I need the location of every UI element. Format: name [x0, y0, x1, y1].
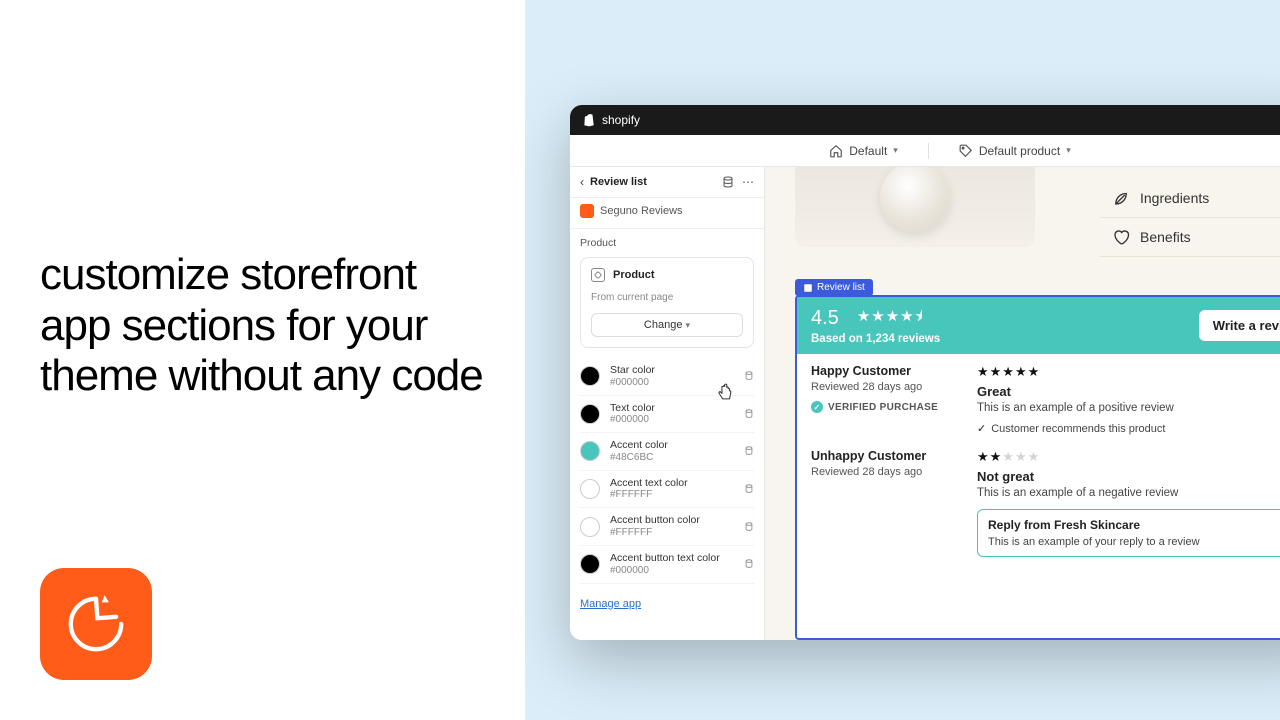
template-picker[interactable]: Default ▾ — [829, 144, 898, 158]
color-hex: #FFFFFF — [610, 489, 734, 501]
review-item: Unhappy Customer Reviewed 28 days ago ★★… — [811, 449, 1280, 557]
color-swatch — [580, 554, 600, 574]
topbar-brand: shopify — [602, 113, 640, 127]
review-date: Reviewed 28 days ago — [811, 381, 961, 393]
accordion-row[interactable]: Ingredients⌄ — [1100, 179, 1280, 218]
product-accordion: Ingredients⌄Benefits⌄ — [1100, 179, 1280, 257]
color-setting[interactable]: Accent text color #FFFFFF — [580, 471, 754, 509]
heading: customize storefront app sections for yo… — [40, 250, 485, 402]
home-icon — [829, 144, 843, 158]
app-name: Seguno Reviews — [600, 205, 683, 217]
color-setting[interactable]: Accent color #48C6BC — [580, 433, 754, 471]
accordion-label: Ingredients — [1140, 190, 1209, 206]
chevron-down-icon: ▾ — [1066, 145, 1071, 156]
color-setting[interactable]: Accent button color #FFFFFF — [580, 508, 754, 546]
review-text: This is an example of a negative review — [977, 487, 1280, 499]
color-name: Accent button color — [610, 514, 734, 527]
sidebar-title: Review list — [590, 176, 716, 188]
more-icon[interactable]: ⋯ — [742, 176, 754, 188]
review-stars: ★★★★★ — [977, 364, 1280, 380]
database-icon — [744, 446, 754, 456]
preview-pane: shopify Default ▾ Default product ▾ — [525, 0, 1280, 720]
color-name: Accent color — [610, 439, 734, 452]
color-swatch — [580, 366, 600, 386]
color-settings-list: Star color #000000 Text color #000000 Ac… — [570, 354, 764, 588]
product-source-card: Product From current page Change ▾ — [580, 257, 754, 348]
review-count: Based on 1,234 reviews — [811, 333, 940, 345]
color-setting[interactable]: Accent button text color #000000 — [580, 546, 754, 584]
reviews-container: Happy Customer Reviewed 28 days ago ✓VER… — [797, 354, 1280, 567]
chevron-down-icon: ▾ — [893, 145, 898, 156]
color-hex: #000000 — [610, 565, 734, 577]
block-icon — [803, 283, 813, 293]
review-summary: 4.5 ★★★★⯨ Based on 1,234 reviews Write a… — [797, 297, 1280, 354]
section-tag[interactable]: Review list — [795, 279, 873, 296]
product-image — [795, 167, 1035, 247]
database-icon — [744, 522, 754, 532]
tag-icon — [959, 144, 973, 158]
color-setting[interactable]: Star color #000000 — [580, 358, 754, 396]
divider — [928, 143, 929, 159]
chevron-down-icon: ▾ — [686, 320, 691, 330]
review-list-widget: 4.5 ★★★★⯨ Based on 1,234 reviews Write a… — [795, 295, 1280, 640]
reviewer-name: Unhappy Customer — [811, 449, 961, 463]
review-stars: ★★★★★ — [977, 449, 1280, 465]
editor-subbar: Default ▾ Default product ▾ — [570, 135, 1280, 167]
product-label: Default product — [979, 144, 1060, 158]
review-title: Not great — [977, 469, 1280, 484]
back-button[interactable]: ‹ — [580, 175, 584, 189]
database-icon — [744, 371, 754, 381]
leaf-icon — [1112, 189, 1130, 207]
product-picker[interactable]: Default product ▾ — [959, 144, 1071, 158]
seguno-logo — [40, 568, 152, 680]
template-label: Default — [849, 144, 887, 158]
editor-sidebar: ‹ Review list ⋯ Seguno Reviews Product — [570, 167, 765, 640]
shopify-icon — [582, 113, 596, 127]
write-review-button[interactable]: Write a review — [1199, 310, 1280, 341]
color-swatch — [580, 479, 600, 499]
recommend-line: ✓Customer recommends this product — [977, 422, 1280, 435]
avg-score: 4.5 — [811, 307, 839, 330]
color-name: Accent text color — [610, 477, 734, 490]
reviewer-name: Happy Customer — [811, 364, 961, 378]
change-button[interactable]: Change ▾ — [591, 313, 743, 337]
app-badge-icon — [580, 204, 594, 218]
color-hex: #000000 — [610, 377, 734, 389]
accordion-row[interactable]: Benefits⌄ — [1100, 218, 1280, 257]
storefront-preview: Ingredients⌄Benefits⌄ Review list 4.5 ★★… — [765, 167, 1280, 640]
database-icon[interactable] — [722, 176, 734, 188]
review-title: Great — [977, 384, 1280, 399]
color-setting[interactable]: Text color #000000 — [580, 396, 754, 434]
manage-app-link[interactable]: Manage app — [570, 588, 764, 620]
review-date: Reviewed 28 days ago — [811, 466, 961, 478]
database-icon — [744, 484, 754, 494]
color-name: Star color — [610, 364, 734, 377]
owner-reply: Reply from Fresh SkincareThis is an exam… — [977, 509, 1280, 557]
marketing-left-pane: customize storefront app sections for yo… — [0, 0, 525, 720]
product-card-title: Product — [613, 269, 655, 281]
color-name: Text color — [610, 402, 734, 415]
verified-badge: ✓VERIFIED PURCHASE — [811, 401, 938, 413]
database-icon — [744, 559, 754, 569]
shopify-topbar: shopify — [570, 105, 1280, 135]
color-name: Accent button text color — [610, 552, 734, 565]
review-item: Happy Customer Reviewed 28 days ago ✓VER… — [811, 364, 1280, 435]
heart-icon — [1112, 228, 1130, 246]
app-identifier: Seguno Reviews — [570, 198, 764, 229]
color-swatch — [580, 517, 600, 537]
color-swatch — [580, 404, 600, 424]
accordion-label: Benefits — [1140, 229, 1191, 245]
theme-editor-screenshot: shopify Default ▾ Default product ▾ — [570, 105, 1280, 640]
product-icon — [591, 268, 605, 282]
review-text: This is an example of a positive review — [977, 402, 1280, 414]
database-icon — [744, 409, 754, 419]
color-hex: #FFFFFF — [610, 527, 734, 539]
summary-stars: ★★★★⯨ — [857, 306, 924, 331]
color-hex: #48C6BC — [610, 452, 734, 464]
color-hex: #000000 — [610, 414, 734, 426]
section-label: Product — [570, 229, 764, 253]
product-card-subtitle: From current page — [591, 292, 743, 303]
color-swatch — [580, 441, 600, 461]
